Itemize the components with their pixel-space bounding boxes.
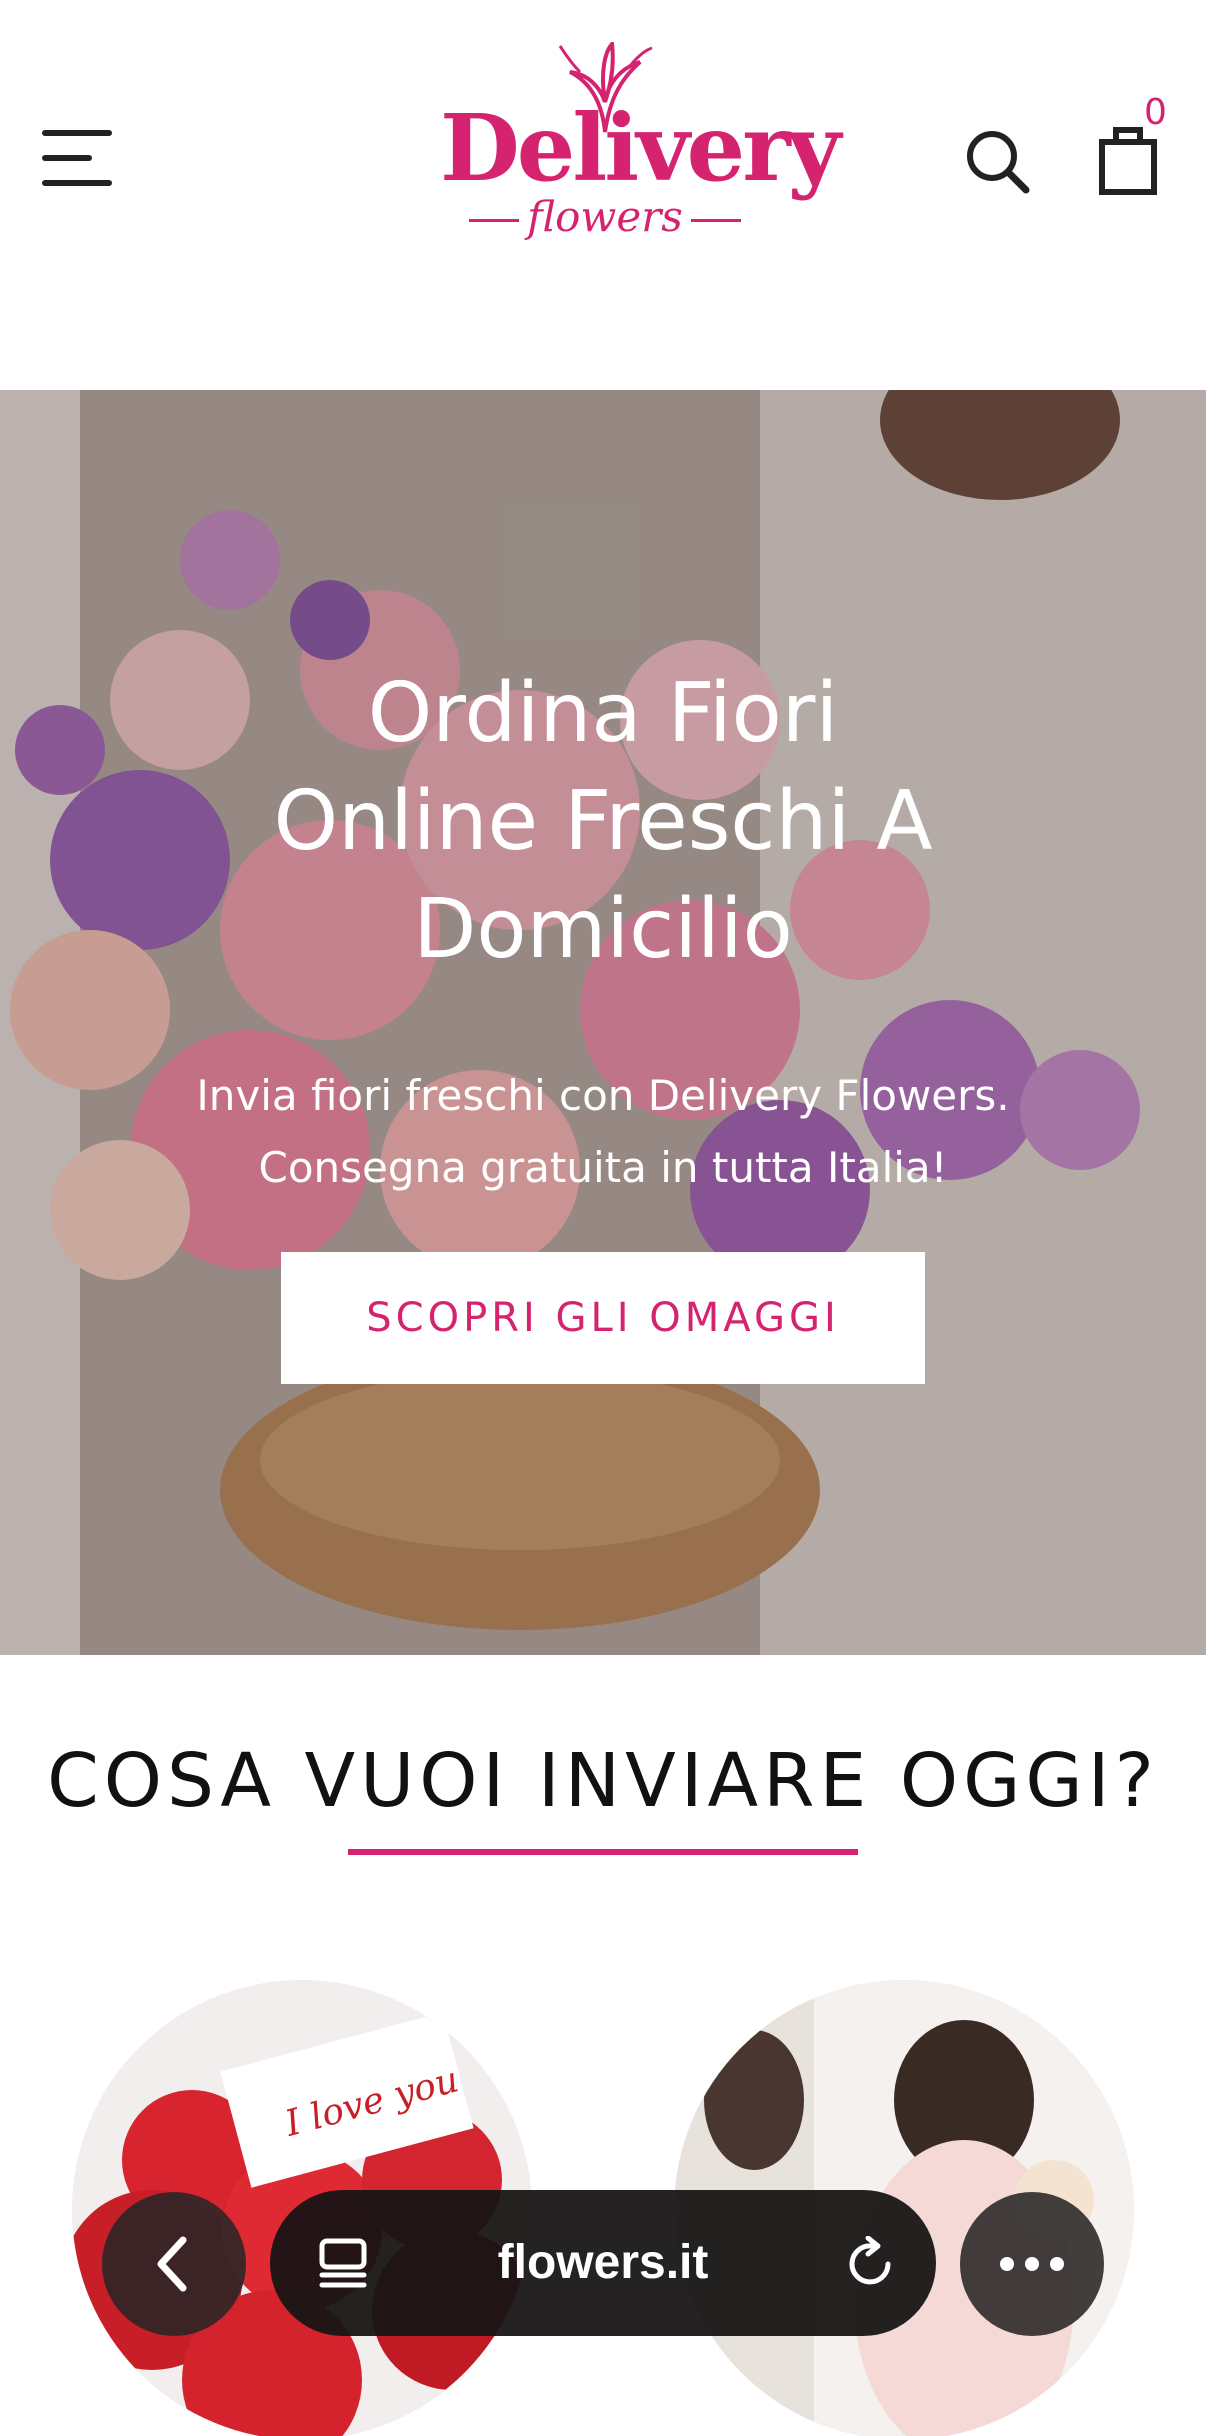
- hero-title: Ordina Fiori Online Freschi A Domicilio: [100, 660, 1106, 984]
- section-title-underline: [348, 1849, 858, 1855]
- site-header: Delivery flowers 0: [0, 0, 1206, 390]
- hero-subtitle-line-1: Invia fiori freschi con Delivery Flowers…: [196, 1071, 1010, 1120]
- logo-subtext: flowers: [440, 192, 770, 241]
- hero-title-line-2: Online Freschi A: [273, 774, 933, 869]
- back-button[interactable]: [102, 2192, 246, 2336]
- reload-icon[interactable]: [842, 2236, 898, 2292]
- hero-subtitle-line-2: Consegna gratuita in tutta Italia!: [258, 1143, 948, 1192]
- section-title: COSA VUOI INVIARE OGGI?: [47, 1738, 1159, 1824]
- search-icon[interactable]: [962, 126, 1032, 196]
- hero-overlay: [0, 390, 1206, 1655]
- chevron-left-icon: [157, 2236, 187, 2292]
- hero-title-line-3: Domicilio: [413, 882, 793, 977]
- hero-banner: Ordina Fiori Online Freschi A Domicilio …: [0, 390, 1206, 1655]
- url-text: flowers.it: [497, 2236, 709, 2289]
- shopping-bag-icon[interactable]: [1098, 124, 1158, 196]
- hero-title-line-1: Ordina Fiori: [367, 666, 839, 761]
- hero-subtitle: Invia fiori freschi con Delivery Flowers…: [100, 1060, 1106, 1204]
- address-bar[interactable]: flowers.it: [270, 2190, 936, 2336]
- logo-wordmark: Delivery: [440, 94, 841, 202]
- discover-gifts-button[interactable]: SCOPRI GLI OMAGGI: [281, 1252, 925, 1384]
- logo[interactable]: Delivery flowers: [440, 42, 841, 262]
- more-dots-icon: [1000, 2257, 1064, 2271]
- menu-icon[interactable]: [42, 128, 116, 188]
- cart-count-badge: 0: [1144, 92, 1167, 133]
- more-options-button[interactable]: [960, 2192, 1104, 2336]
